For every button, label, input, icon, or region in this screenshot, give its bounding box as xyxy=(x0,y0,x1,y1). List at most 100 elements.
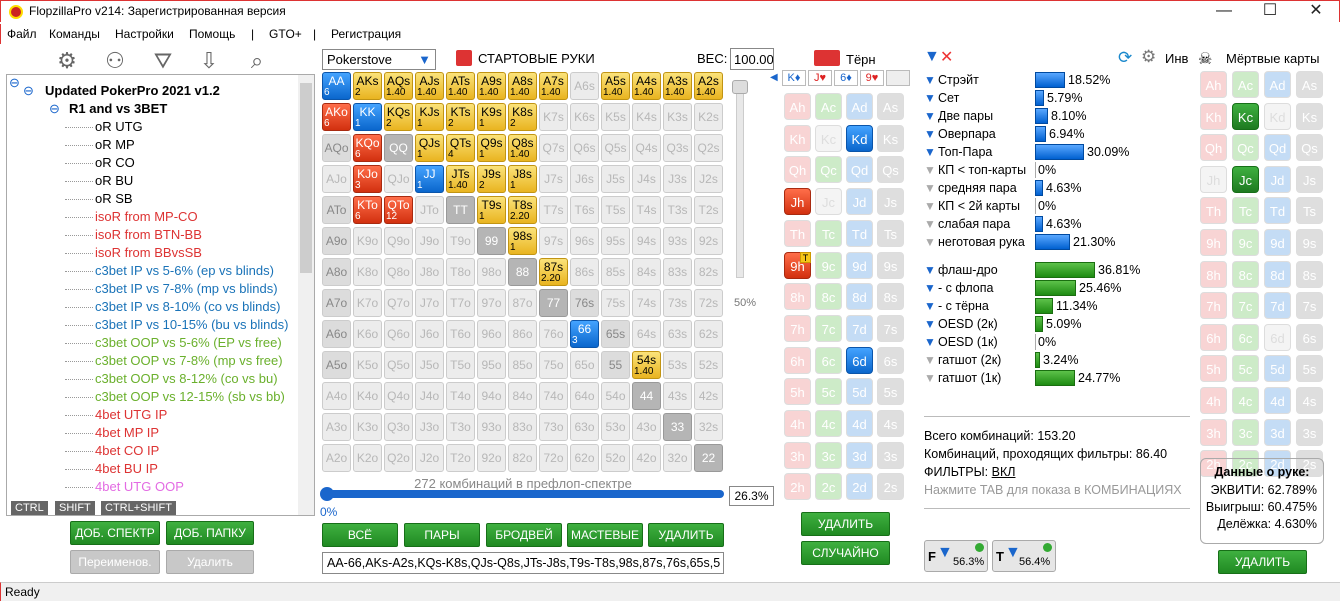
tree-item[interactable]: 4bet BU IP xyxy=(95,461,158,476)
dead-card[interactable]: 8s xyxy=(1296,260,1323,288)
turn-card[interactable]: 9s xyxy=(877,251,904,279)
hand-cell[interactable]: 82o xyxy=(508,444,537,472)
hand-cell[interactable]: KK 1 xyxy=(353,103,382,131)
hand-cell[interactable]: 94o xyxy=(477,382,506,410)
hand-cell[interactable]: 64s xyxy=(632,320,661,348)
tree-item[interactable]: c3bet IP vs 8-10% (co vs blinds) xyxy=(95,299,280,314)
dead-card[interactable]: Tc xyxy=(1232,197,1259,225)
turn-card[interactable]: Qc xyxy=(815,156,842,184)
tree-item[interactable]: c3bet IP vs 10-15% (bu vs blinds) xyxy=(95,317,288,332)
turn-card[interactable]: 2h xyxy=(784,473,811,501)
turn-card[interactable]: Th xyxy=(784,219,811,247)
hand-cell[interactable]: A7s 1.40 xyxy=(539,72,568,100)
hand-cell[interactable]: K3s xyxy=(663,103,692,131)
hand-cell[interactable]: K7s xyxy=(539,103,568,131)
hand-cell[interactable]: AQo xyxy=(322,134,351,162)
filter-icon[interactable]: ▼ xyxy=(924,163,936,177)
hand-cell[interactable]: 62s xyxy=(694,320,723,348)
hand-cell[interactable]: J9s 2 xyxy=(477,165,506,193)
turn-card[interactable]: Ac xyxy=(815,93,842,120)
hand-cell[interactable]: 95o xyxy=(477,351,506,379)
hand-cell[interactable]: A3s 1.40 xyxy=(663,72,692,100)
tree-item[interactable]: isoR from MP-CO xyxy=(95,209,198,224)
hand-cell[interactable]: 75s xyxy=(601,289,630,317)
hand-cell[interactable]: Q6s xyxy=(570,134,599,162)
hand-cell[interactable]: J5o xyxy=(415,351,444,379)
hand-cell[interactable]: 96s xyxy=(570,227,599,255)
hand-cell[interactable]: A5s 1.40 xyxy=(601,72,630,100)
hand-cell[interactable]: A7o xyxy=(322,289,351,317)
tree-item[interactable]: c3bet OOP vs 8-12% (co vs bu) xyxy=(95,371,278,386)
turn-card[interactable]: 4d xyxy=(846,410,873,437)
close-button[interactable]: ✕ xyxy=(1293,1,1339,23)
maximize-button[interactable]: ☐ xyxy=(1247,1,1293,23)
turn-card[interactable]: Tc xyxy=(815,219,842,247)
hand-cell[interactable]: 66 3 xyxy=(570,320,599,348)
hand-cell[interactable]: 65o xyxy=(570,351,599,379)
hand-cell[interactable]: QJo xyxy=(384,165,413,193)
range-text-input[interactable]: AA-66,AKs-A2s,KQs-K8s,QJs-Q8s,JTs-J8s,T9… xyxy=(322,552,724,574)
dead-card[interactable]: As xyxy=(1296,71,1323,98)
range-percent-field[interactable]: 26.3% xyxy=(729,486,774,506)
hand-cell[interactable]: 82s xyxy=(694,258,723,286)
tree-item[interactable]: c3bet OOP vs 5-6% (EP vs free) xyxy=(95,335,282,350)
hand-cell[interactable]: 77 xyxy=(539,289,568,317)
hand-cell[interactable]: Q2o xyxy=(384,444,413,472)
hand-cell[interactable]: 33 xyxy=(663,413,692,441)
range-progress[interactable] xyxy=(322,490,724,498)
filter-icon[interactable]: ▼ xyxy=(924,217,936,231)
hand-cell[interactable]: T7o xyxy=(446,289,475,317)
hand-cell[interactable]: A8o xyxy=(322,258,351,286)
hand-cell[interactable]: JTo xyxy=(415,196,444,224)
hand-cell[interactable]: Q3s xyxy=(663,134,692,162)
collapse-icon[interactable]: ⊖ xyxy=(23,83,34,99)
hand-cell[interactable]: A9o xyxy=(322,227,351,255)
hand-cell[interactable]: 52s xyxy=(694,351,723,379)
turn-card[interactable]: 8s xyxy=(877,283,904,311)
turn-card[interactable]: Kc xyxy=(815,124,842,152)
dead-card[interactable]: Jh xyxy=(1200,165,1227,193)
hand-cell[interactable]: 93s xyxy=(663,227,692,255)
hand-cell[interactable]: J4o xyxy=(415,382,444,410)
clear-range-button[interactable]: УДАЛИТЬ xyxy=(648,523,724,547)
flop-filter-button[interactable]: F ▼ 56.3% xyxy=(924,540,988,572)
hand-cell[interactable]: A4o xyxy=(322,382,351,410)
hand-cell[interactable]: T9o xyxy=(446,227,475,255)
hand-cell[interactable]: Q5o xyxy=(384,351,413,379)
turn-card[interactable]: 9c xyxy=(815,251,842,279)
turn-card[interactable]: Kd xyxy=(846,124,873,152)
collapse-icon[interactable]: ⊖ xyxy=(49,101,60,117)
turn-card[interactable]: Qd xyxy=(846,156,873,184)
hand-cell[interactable]: 22 xyxy=(694,444,723,472)
dead-card[interactable]: Qc xyxy=(1232,134,1259,162)
dead-card[interactable]: Js xyxy=(1296,165,1323,193)
tab-shift[interactable]: SHIFT xyxy=(55,501,95,515)
turn-card[interactable]: 2s xyxy=(877,473,904,501)
turn-card[interactable]: 4c xyxy=(815,410,842,437)
hand-cell[interactable]: K9o xyxy=(353,227,382,255)
select-all-button[interactable]: ВСЁ xyxy=(322,523,398,547)
turn-card[interactable]: 3h xyxy=(784,441,811,469)
board-card[interactable]: 9♥ xyxy=(860,70,884,86)
hand-cell[interactable]: J3s xyxy=(663,165,692,193)
turn-card[interactable]: 6c xyxy=(815,346,842,374)
tree-item[interactable]: 4bet CO IP xyxy=(95,443,159,458)
hand-cell[interactable]: T8s 2.20 xyxy=(508,196,537,224)
hand-cell[interactable]: J8o xyxy=(415,258,444,286)
turn-card[interactable]: Qs xyxy=(877,156,904,184)
hand-cell[interactable]: K5o xyxy=(353,351,382,379)
hand-cell[interactable]: AJo xyxy=(322,165,351,193)
hand-cell[interactable]: 73s xyxy=(663,289,692,317)
filter-icon[interactable]: ▼ xyxy=(924,109,936,123)
hand-cell[interactable]: KJs 1 xyxy=(415,103,444,131)
hand-cell[interactable]: Q4s xyxy=(632,134,661,162)
hand-cell[interactable]: 53s xyxy=(663,351,692,379)
hand-cell[interactable]: 98o xyxy=(477,258,506,286)
turn-card[interactable]: 7d xyxy=(846,314,873,342)
add-folder-button[interactable]: ДОБ. ПАПКУ xyxy=(166,521,254,545)
hand-cell[interactable]: 97s xyxy=(539,227,568,255)
hand-cell[interactable]: A5o xyxy=(322,351,351,379)
hand-cell[interactable]: A2s 1.40 xyxy=(694,72,723,100)
tree-item[interactable]: 4bet MP IP xyxy=(95,425,159,440)
hand-cell[interactable]: T5o xyxy=(446,351,475,379)
